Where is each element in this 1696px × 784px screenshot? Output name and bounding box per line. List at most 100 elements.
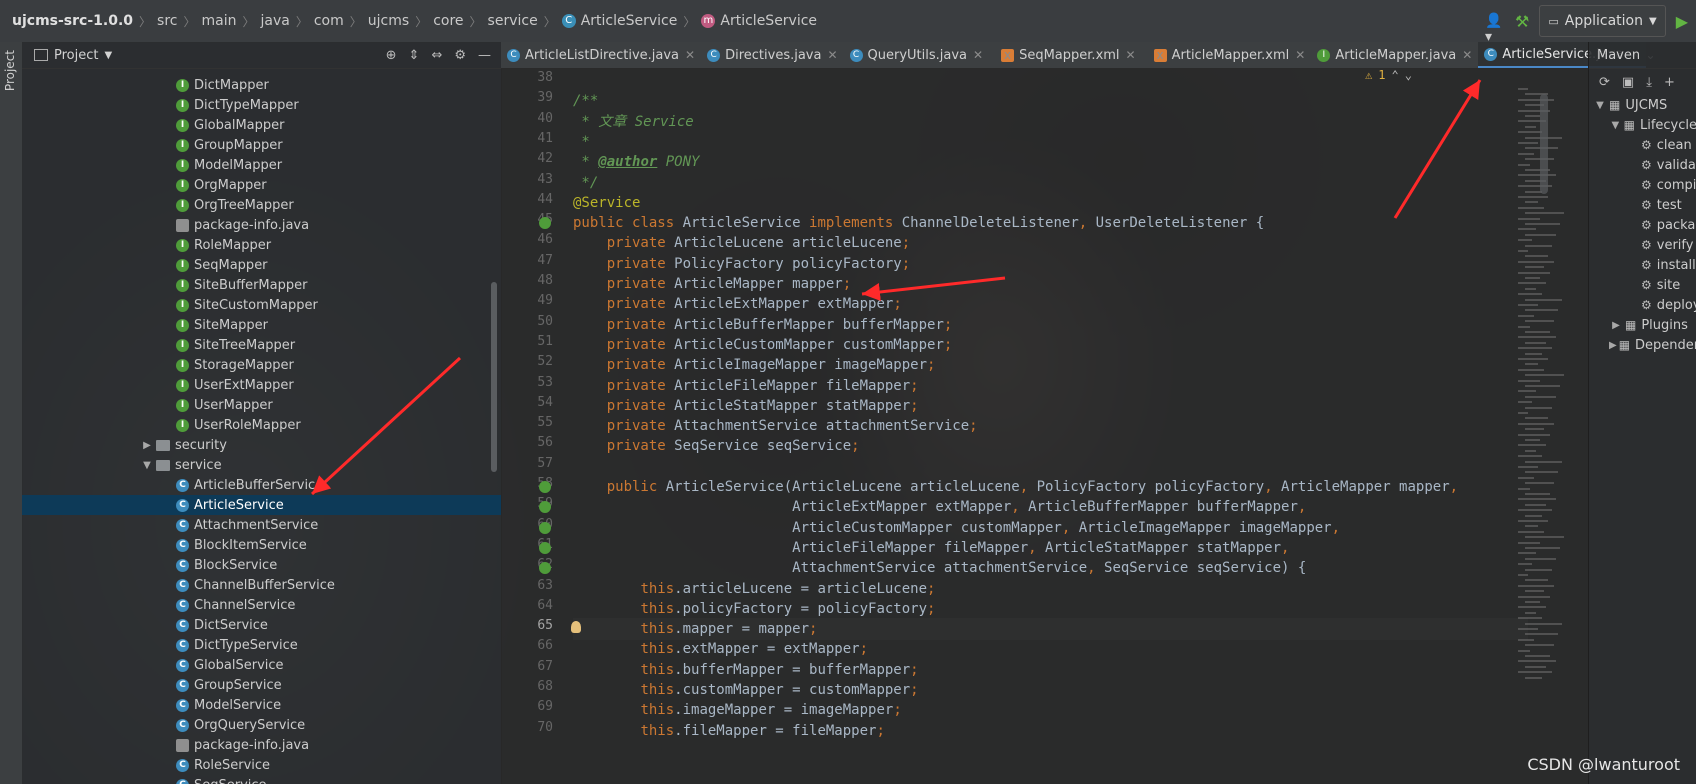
maven-goal[interactable]: ⚙ site	[1589, 275, 1696, 295]
breadcrumb-item[interactable]: com	[314, 13, 344, 29]
spring-bean-gutter-icon[interactable]	[539, 501, 551, 514]
breadcrumb-item[interactable]: core	[433, 13, 463, 29]
code-editor[interactable]: 3839404142434445464748495051525354555657…	[501, 68, 1588, 784]
tree-item[interactable]: I UserExtMapper	[22, 375, 501, 395]
user-icon[interactable]: 👤▾	[1485, 13, 1505, 45]
code-line[interactable]: this.articleLucene = articleLucene;	[573, 578, 935, 600]
code-line[interactable]: *	[573, 131, 589, 153]
tree-item[interactable]: C ChannelService	[22, 595, 501, 615]
tree-item[interactable]: C RoleService	[22, 755, 501, 775]
code-line[interactable]: private ArticleFileMapper fileMapper;	[573, 375, 919, 397]
add-folder-icon[interactable]: ▣	[1622, 75, 1634, 90]
maven-project[interactable]: ▼ ▦ UJCMS	[1589, 95, 1696, 115]
code-line[interactable]: * 文章 Service	[573, 111, 693, 133]
close-icon[interactable]: ✕	[685, 48, 695, 62]
breadcrumb-item[interactable]: ujcms-src-1.0.0	[12, 13, 133, 29]
tree-item[interactable]: C GlobalService	[22, 655, 501, 675]
maven-plugins[interactable]: ▶ ▦ Plugins	[1589, 315, 1696, 335]
maven-goal[interactable]: ⚙ deploy	[1589, 295, 1696, 315]
close-icon[interactable]: ✕	[1295, 48, 1305, 62]
project-scrollbar[interactable]	[491, 282, 497, 472]
code-line[interactable]: ArticleExtMapper extMapper, ArticleBuffe…	[573, 496, 1306, 518]
tree-item[interactable]: package-info.java	[22, 215, 501, 235]
close-icon[interactable]: ✕	[827, 48, 837, 62]
tree-item[interactable]: C AttachmentService	[22, 515, 501, 535]
maven-goal[interactable]: ⚙ verify	[1589, 235, 1696, 255]
add-icon[interactable]: +	[1664, 75, 1675, 90]
close-icon[interactable]: ✕	[1462, 48, 1472, 62]
code-line[interactable]: public ArticleService(ArticleLucene arti…	[573, 476, 1458, 498]
tree-item[interactable]: I GlobalMapper	[22, 115, 501, 135]
project-tool-button[interactable]: Project	[3, 50, 17, 91]
tree-item[interactable]: C ArticleService	[22, 495, 501, 515]
chevron-down-icon[interactable]: ⌄	[1405, 68, 1412, 82]
code-line[interactable]: ArticleCustomMapper customMapper, Articl…	[573, 517, 1340, 539]
tree-item[interactable]: ▼ service	[22, 455, 501, 475]
code-line[interactable]: private ArticleBufferMapper bufferMapper…	[573, 314, 953, 336]
chevron-down-icon[interactable]: ▼	[104, 50, 112, 61]
editor-tab[interactable]: C QueryUtils.java ✕	[844, 42, 990, 68]
tree-item[interactable]: C ModelService	[22, 695, 501, 715]
code-line[interactable]: private PolicyFactory policyFactory;	[573, 253, 910, 275]
editor-tab[interactable]: C Directives.java ✕	[701, 42, 843, 68]
maven-lifecycle[interactable]: ▼ ▦ Lifecycle	[1589, 115, 1696, 135]
tree-item[interactable]: C DictTypeService	[22, 635, 501, 655]
breadcrumb-item[interactable]: service	[488, 13, 538, 29]
gear-icon[interactable]: ⚙	[454, 48, 466, 63]
maven-goal[interactable]: ⚙ package	[1589, 215, 1696, 235]
breadcrumb-item[interactable]: C ArticleService	[561, 13, 677, 29]
expand-all-icon[interactable]: ⇕	[409, 48, 420, 63]
maven-goal[interactable]: ⚙ compile	[1589, 175, 1696, 195]
inspection-indicator[interactable]: ⚠ 1 ⌃ ⌄	[1365, 68, 1412, 82]
code-line[interactable]: this.fileMapper = fileMapper;	[573, 720, 884, 742]
maven-goal[interactable]: ⚙ clean	[1589, 135, 1696, 155]
tree-item[interactable]: I SiteBufferMapper	[22, 275, 501, 295]
code-line[interactable]: ArticleFileMapper fileMapper, ArticleSta…	[573, 537, 1289, 559]
code-area[interactable]: /** * 文章 Service * * @author PONY */@Ser…	[573, 68, 1528, 784]
spring-bean-gutter-icon[interactable]	[539, 481, 551, 493]
chevron-down-icon[interactable]: ▼	[1593, 100, 1607, 111]
breadcrumb-item[interactable]: java	[261, 13, 290, 29]
maven-goal[interactable]: ⚙ validate	[1589, 155, 1696, 175]
spring-bean-gutter-icon[interactable]	[539, 217, 551, 230]
code-line[interactable]: private ArticleStatMapper statMapper;	[573, 395, 919, 417]
code-line[interactable]: this.imageMapper = imageMapper;	[573, 699, 901, 721]
locate-icon[interactable]: ⊕	[386, 48, 397, 63]
tree-item[interactable]: I SiteTreeMapper	[22, 335, 501, 355]
project-panel-title[interactable]: Project	[54, 48, 98, 63]
collapse-all-icon[interactable]: ⇔	[431, 48, 442, 63]
tree-item[interactable]: C SeqService	[22, 775, 501, 784]
code-line[interactable]: this.extMapper = extMapper;	[573, 638, 868, 660]
editor-gutter[interactable]: 3839404142434445464748495051525354555657…	[501, 68, 561, 784]
maven-goal[interactable]: ⚙ test	[1589, 195, 1696, 215]
code-line[interactable]: private ArticleLucene articleLucene;	[573, 232, 910, 254]
tree-item[interactable]: I DictTypeMapper	[22, 95, 501, 115]
tree-item[interactable]: C OrgQueryService	[22, 715, 501, 735]
code-line[interactable]: * @author PONY	[573, 151, 699, 173]
spring-bean-gutter-icon[interactable]	[539, 521, 551, 534]
tree-item[interactable]: I StorageMapper	[22, 355, 501, 375]
tree-item[interactable]: I DictMapper	[22, 75, 501, 95]
build-hammer-icon[interactable]: ⚒	[1515, 12, 1529, 31]
run-configuration-select[interactable]: ▭ Application ▼	[1539, 5, 1666, 37]
breadcrumb-item[interactable]: src	[157, 13, 177, 29]
code-line[interactable]: private AttachmentService attachmentServ…	[573, 415, 978, 437]
maven-dependencies[interactable]: ▶▦ Dependencies	[1589, 335, 1696, 355]
code-line[interactable]: AttachmentService attachmentService, Seq…	[573, 557, 1306, 579]
chevron-down-icon[interactable]: ▼	[1609, 120, 1622, 131]
code-line[interactable]: this.policyFactory = policyFactory;	[573, 598, 935, 620]
code-line[interactable]: public class ArticleService implements C…	[573, 212, 1264, 234]
tree-item[interactable]: I SiteMapper	[22, 315, 501, 335]
tree-item[interactable]: C BlockService	[22, 555, 501, 575]
editor-tab[interactable]: I ArticleMapper.java ✕	[1311, 42, 1478, 68]
spring-bean-gutter-icon[interactable]	[539, 562, 551, 575]
tree-item[interactable]: C BlockItemService	[22, 535, 501, 555]
breadcrumb-item[interactable]: main	[202, 13, 237, 29]
editor-tab[interactable]: x SeqMapper.xml ✕	[989, 42, 1142, 68]
lightbulb-icon[interactable]	[571, 621, 581, 634]
tree-item[interactable]: C GroupService	[22, 675, 501, 695]
code-line[interactable]: private ArticleExtMapper extMapper;	[573, 293, 902, 315]
tree-item[interactable]: I RoleMapper	[22, 235, 501, 255]
download-icon[interactable]: ⤓	[1646, 75, 1652, 90]
editor-scrollbar[interactable]	[1540, 94, 1548, 194]
